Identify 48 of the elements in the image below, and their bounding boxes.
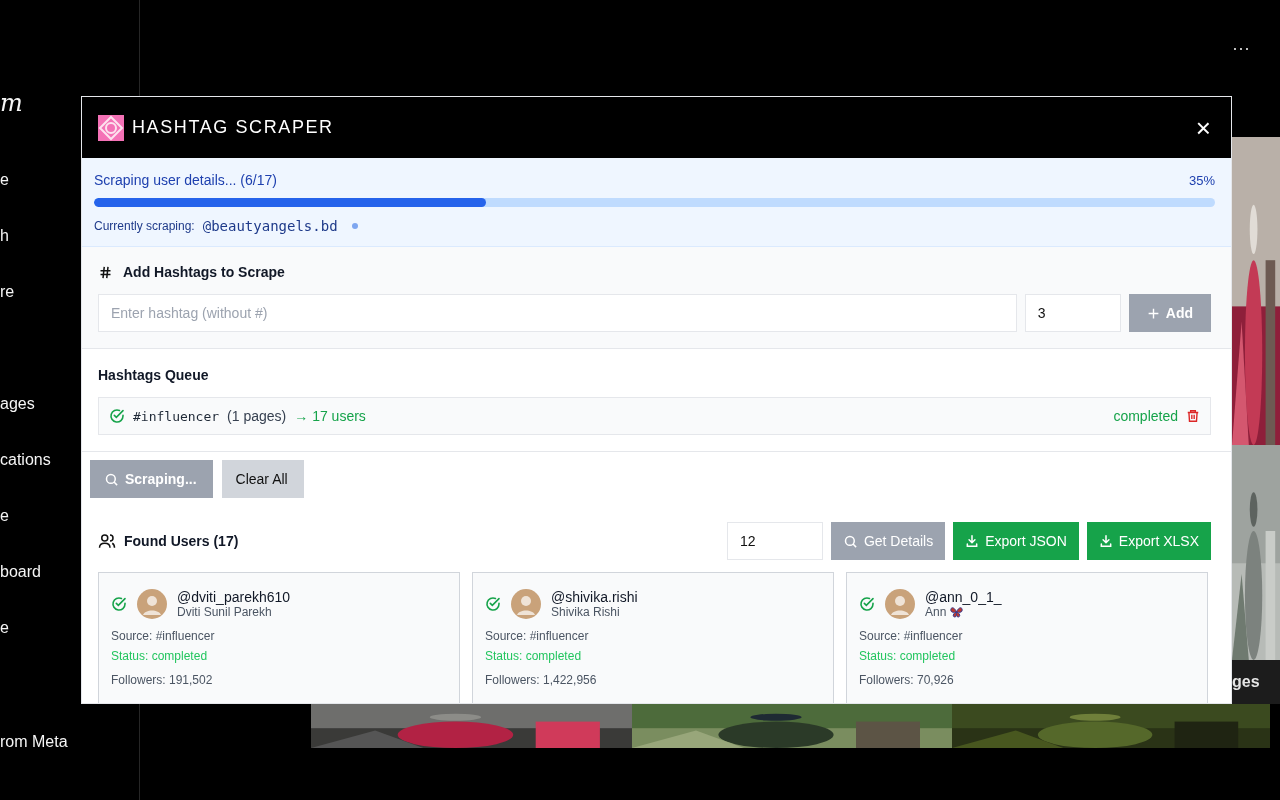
close-button[interactable]: × (1191, 114, 1215, 141)
section-title: Found Users (17) (124, 533, 239, 549)
source-text: Source: #influencer (111, 629, 216, 643)
followers-text: Followers: 191,502 (111, 673, 214, 687)
section-title: Hashtags Queue (98, 367, 210, 383)
overlay-label: ges (1232, 673, 1260, 691)
avatar (137, 589, 167, 619)
window-title: HASHTAG SCRAPER (132, 117, 335, 138)
user-name: Ann (925, 605, 947, 619)
avatar (885, 589, 915, 619)
status-text: completed (1113, 408, 1178, 424)
pages-text: (1 pages) (227, 408, 287, 424)
users-count: → 17 users (294, 408, 366, 424)
hashtag-field[interactable]: Enter hashtag (without #) (98, 294, 1017, 332)
status-text: Status: completed (859, 649, 957, 663)
user-name: Shivika Rishi (551, 605, 620, 619)
clear-button[interactable]: Clear All (221, 460, 304, 498)
user-name: Dviti Sunil Parekh (177, 605, 272, 619)
footer-link[interactable]: rom Meta (0, 732, 139, 752)
more-icon[interactable]: ··· (1232, 38, 1280, 59)
current-label: Currently scraping: (94, 219, 195, 233)
status-text: Status: completed (485, 649, 583, 663)
user-handle[interactable]: @shivika.rishi (551, 589, 638, 605)
search-icon (842, 533, 858, 549)
status-text: Status: completed (111, 649, 209, 663)
progress-label: Scraping user details... (6/17) (94, 172, 278, 188)
source-text: Source: #influencer (859, 629, 964, 643)
trash-icon[interactable] (1186, 409, 1200, 423)
user-handle[interactable]: @dviti_parekh610 (177, 589, 291, 605)
progress-percent: 35% (1188, 172, 1215, 188)
source-text: Source: #influencer (485, 629, 590, 643)
followers-text: Followers: 1,422,956 (485, 673, 598, 687)
hash-icon (98, 264, 113, 280)
hashtag-text: #influencer (133, 408, 220, 424)
user-handle[interactable]: @ann_0_1_ (925, 589, 1002, 605)
pulse-dot (351, 223, 358, 229)
download-icon (965, 534, 980, 548)
app-logo-icon (98, 114, 124, 141)
count-field[interactable]: 12 (726, 522, 823, 560)
search-icon (104, 471, 119, 487)
section-title: Add Hashtags to Scrape (123, 264, 285, 280)
current-user: @beautyangels.bd (202, 218, 338, 234)
followers-text: Followers: 70,926 (859, 673, 955, 687)
download-icon (1098, 534, 1113, 548)
avatar (511, 589, 541, 619)
plus-icon (1146, 306, 1160, 320)
users-icon (98, 532, 116, 550)
pages-field[interactable]: 3 (1024, 294, 1121, 332)
